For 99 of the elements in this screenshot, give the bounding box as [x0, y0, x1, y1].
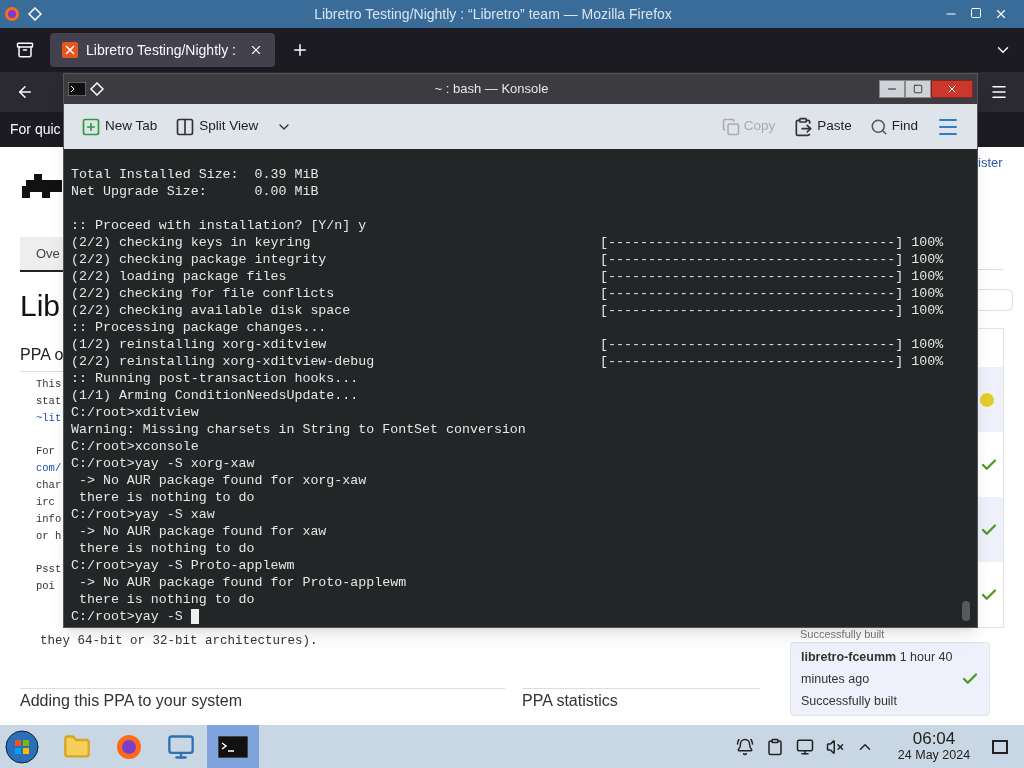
back-icon[interactable] — [16, 83, 34, 101]
text-fragment: char — [36, 478, 63, 493]
terminal-line: (1/2) reinstalling xorg-xditview — [71, 336, 328, 353]
paste-icon — [793, 116, 814, 137]
pin-icon[interactable] — [90, 82, 104, 96]
close-button[interactable] — [931, 80, 973, 98]
muted-speaker-icon[interactable] — [826, 737, 844, 756]
clock[interactable]: 06:04 24 May 2024 — [888, 730, 980, 763]
progress-text: [------------------------------------] 100% — [600, 285, 944, 302]
terminal-line: Warning: Missing charsets in String to FontSet conversion — [71, 421, 526, 438]
build-summary: libretro-fceumm 1 hour 40 minutes ago — [801, 649, 954, 688]
pin-icon[interactable] — [28, 7, 42, 21]
terminal-line: C:/root>xditview — [71, 404, 199, 421]
clock-date: 24 May 2024 — [897, 748, 971, 763]
toolbar-button[interactable]: Paste — [793, 116, 852, 137]
close-icon[interactable] — [994, 7, 1008, 21]
terminal-line: Net Upgrade Size: 0.00 MiB — [71, 183, 319, 200]
progress-text: [------------------------------------] 100% — [600, 302, 944, 319]
window-title: ~ : bash — Konsole — [433, 80, 550, 99]
window-title: Libretro Testing/Nightly : “Libretro” team — Mozilla Firefox — [313, 4, 673, 24]
text-fragment: This — [36, 377, 63, 392]
terminal-line: C:/root>xconsole — [71, 438, 199, 455]
terminal-line: (2/2) checking for file conflicts — [71, 285, 336, 302]
terminal-line: C:/root>yay -S xorg-xaw — [71, 455, 255, 472]
tab-list-icon[interactable] — [16, 41, 34, 59]
tab-title: Libretro Testing/Nightly : — [86, 40, 237, 60]
page-tab[interactable]: Ove — [20, 237, 63, 272]
terminal-line: there is nothing to do — [77, 540, 255, 557]
terminal-line: C:/root>yay -S Proto-applewm — [71, 557, 295, 574]
terminal-line: :: Proceed with installation? [Y/n] y — [71, 217, 367, 234]
progress-text: [------------------------------------] 100% — [600, 251, 944, 268]
terminal-line: (2/2) reinstalling xorg-xditview-debug — [71, 353, 376, 370]
text-link[interactable]: com/ — [36, 460, 63, 477]
terminal-line: there is nothing to do — [77, 489, 255, 506]
section-heading: Adding this PPA to your system — [20, 692, 244, 710]
text-fragment: Psst — [36, 562, 63, 577]
close-icon — [946, 83, 958, 95]
copy-icon — [721, 117, 740, 136]
section-title: PPA o — [20, 345, 63, 365]
terminal-icon — [218, 735, 248, 758]
new-tab-icon[interactable] — [291, 41, 309, 59]
terminal-line: (1/1) Arming ConditionNeedsUpdate... — [71, 387, 359, 404]
text-fragment: they 64-bit or 32-bit architectures). — [39, 633, 319, 650]
device-icon[interactable] — [796, 737, 814, 756]
close-icon[interactable] — [249, 43, 263, 57]
maximize-button[interactable] — [905, 80, 931, 98]
toolbar-button[interactable]: New Tab — [81, 116, 158, 137]
section-heading: PPA statistics — [522, 692, 619, 710]
browser-globe-icon — [115, 732, 143, 761]
progress-text: [------------------------------------] 100% — [600, 234, 944, 251]
clipboard-icon[interactable] — [766, 737, 784, 756]
terminal-line: there is nothing to do — [77, 591, 255, 608]
toolbar-button[interactable]: Split View — [175, 116, 259, 137]
menu-icon[interactable] — [990, 83, 1008, 101]
minimize-button[interactable] — [879, 80, 905, 98]
terminal-line: (2/2) checking keys in keyring — [71, 234, 312, 251]
text-link[interactable]: ~lit — [36, 410, 63, 427]
text-fragment: or h — [36, 529, 63, 544]
notice-text: For quic — [10, 120, 61, 139]
folder-icon — [63, 732, 91, 761]
toolbar-button[interactable]: Find — [869, 116, 918, 137]
show-desktop-icon[interactable] — [992, 739, 1008, 754]
terminal-line: -> No AUR package found for Proto-applewm — [77, 574, 407, 591]
terminal-line: C:/root>yay -S xaw — [71, 506, 215, 523]
bell-icon[interactable] — [736, 737, 754, 756]
terminal-line: (2/2) checking package integrity — [71, 251, 328, 268]
register-link[interactable]: ister — [978, 153, 1024, 173]
search-icon — [869, 117, 888, 136]
terminal-line: -> No AUR package found for xorg-xaw — [77, 472, 367, 489]
terminal-line: -> No AUR package found for xaw — [77, 523, 327, 540]
text-fragment: poi — [36, 579, 56, 594]
terminal-line: (2/2) checking available disk space — [71, 302, 352, 319]
browser-tab[interactable]: Libretro Testing/Nightly : — [50, 33, 275, 67]
terminal-line: (2/2) loading package files — [71, 268, 288, 285]
new-tab-icon — [81, 116, 101, 137]
status-text: Successfully built — [801, 693, 898, 710]
maximize-icon[interactable] — [970, 7, 982, 19]
text-fragment: info — [36, 512, 63, 527]
start-orb-icon[interactable] — [5, 729, 39, 764]
text-fragment: irc — [36, 495, 56, 510]
status-text: Successfully built — [799, 628, 886, 640]
terminal-line: C:/root>yay -S — [71, 608, 183, 625]
clock-time: 06:04 — [912, 730, 956, 748]
monitor-icon — [167, 732, 195, 761]
progress-text: [------------------------------------] 100% — [600, 268, 944, 285]
terminal-line: Total Installed Size: 0.39 MiB — [71, 166, 319, 183]
page-heading: Lib — [20, 288, 62, 324]
taskbar-app[interactable] — [207, 725, 259, 768]
terminal-icon — [68, 82, 86, 96]
text-fragment: stat — [36, 394, 63, 409]
split-view-icon — [175, 116, 196, 137]
tab-favicon-icon — [62, 42, 78, 58]
text-fragment: For — [36, 444, 56, 459]
terminal-line: :: Processing package changes... — [71, 319, 327, 336]
terminal-line: :: Running post-transaction hooks... — [71, 370, 359, 387]
browser-globe-icon — [4, 6, 20, 22]
progress-text: [------------------------------------] 100% — [600, 353, 944, 370]
progress-text: [------------------------------------] 100% — [600, 336, 944, 353]
maximize-icon — [913, 84, 923, 94]
